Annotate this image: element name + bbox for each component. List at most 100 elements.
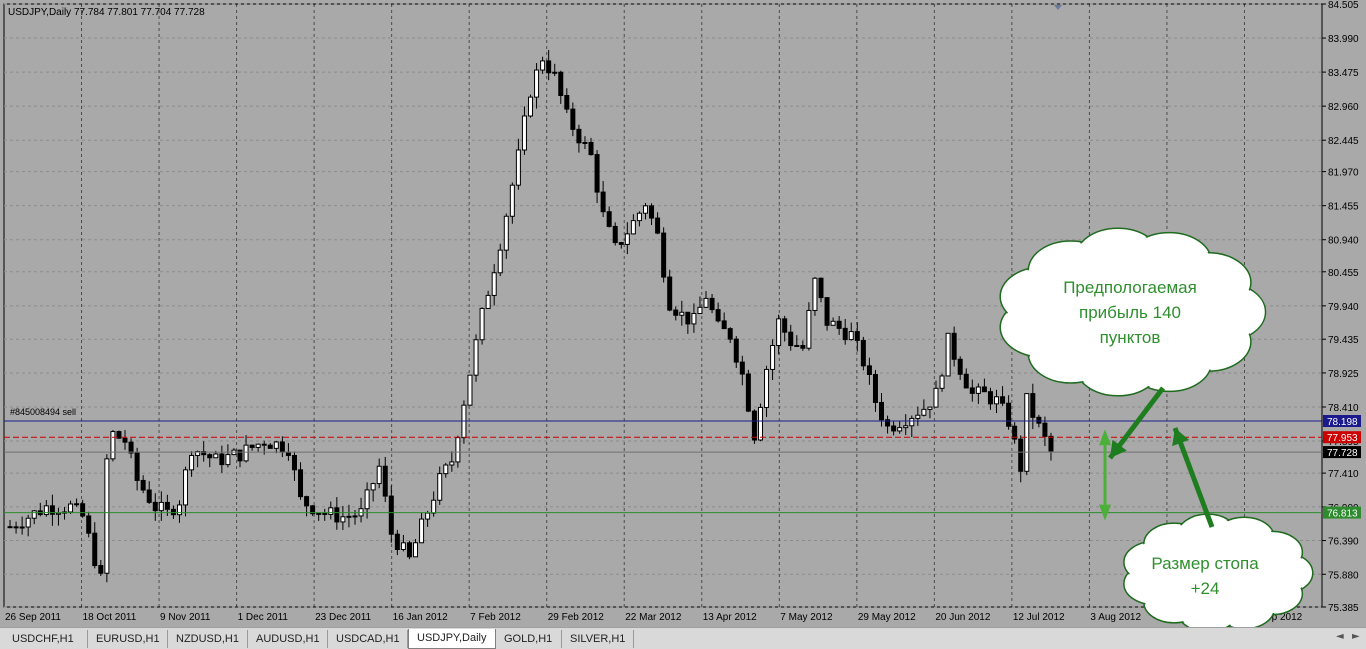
- candle-body: [921, 408, 927, 416]
- candle-body: [836, 320, 842, 329]
- candle-body: [534, 69, 540, 98]
- candle-body: [134, 452, 140, 481]
- candle: [745, 369, 751, 413]
- candle-body: [74, 503, 80, 506]
- candle-body: [860, 339, 866, 367]
- candle-body: [975, 386, 981, 394]
- y-tick-label: 75.385: [1328, 603, 1359, 614]
- candle-body: [800, 344, 806, 349]
- price-label-2: 77.728: [1327, 448, 1358, 459]
- stop-annotation-line-2: +24: [1190, 579, 1220, 598]
- candle-body: [419, 518, 425, 544]
- candle-body: [164, 501, 170, 510]
- tab-usdcad-h1[interactable]: USDCAD,H1: [328, 630, 408, 648]
- candle-body: [68, 503, 74, 513]
- candle-body: [437, 473, 443, 501]
- candle-body: [340, 516, 346, 523]
- x-tick-label: 12 Jul 2012: [1013, 612, 1065, 623]
- y-tick-label: 75.880: [1328, 570, 1359, 581]
- tab-audusd-h1[interactable]: AUDUSD,H1: [248, 630, 328, 648]
- candle-body: [764, 368, 770, 408]
- tab-gold-h1[interactable]: GOLD,H1: [496, 630, 562, 648]
- candle-body: [406, 542, 412, 558]
- candle-body: [963, 373, 969, 389]
- candle-body: [207, 454, 213, 459]
- candle-body: [376, 465, 382, 485]
- candle-body: [824, 297, 830, 326]
- candle-body: [945, 332, 951, 377]
- candle-body: [872, 373, 878, 403]
- candle-body: [721, 320, 727, 330]
- candle-body: [1036, 416, 1042, 424]
- tab-scroll-left-icon[interactable]: ◄: [1336, 631, 1344, 642]
- candle-body: [455, 437, 461, 463]
- candle: [479, 307, 485, 345]
- candle-body: [25, 517, 31, 528]
- candle-body: [92, 532, 98, 567]
- y-tick-label: 79.435: [1328, 335, 1359, 346]
- x-tick-label: 23 Dec 2011: [315, 612, 371, 623]
- candle-body: [431, 499, 437, 514]
- x-tick-label: 1 Dec 2011: [238, 612, 289, 623]
- candle-body: [1024, 393, 1030, 472]
- candle-body: [497, 249, 503, 274]
- x-tick-label: 26 Sep 2011: [5, 612, 61, 623]
- candle-body: [891, 425, 897, 432]
- y-tick-label: 80.940: [1328, 236, 1359, 247]
- candle-body: [794, 344, 800, 347]
- candle-body: [110, 431, 116, 460]
- candle-body: [739, 361, 745, 375]
- candle-body: [709, 297, 715, 311]
- candle-body: [7, 526, 13, 529]
- candle-body: [715, 309, 721, 322]
- x-tick-label: 20 Jun 2012: [935, 612, 990, 623]
- candle-body: [388, 495, 394, 535]
- candle-body: [969, 387, 975, 394]
- candle-body: [158, 501, 164, 512]
- candle-body: [655, 217, 661, 234]
- candle-body: [467, 374, 473, 406]
- candle-body: [183, 469, 189, 506]
- tab-usdjpy-daily[interactable]: USDJPY,Daily: [408, 629, 496, 649]
- candle-body: [328, 507, 334, 515]
- candle-body: [86, 515, 92, 534]
- x-tick-label: 3 Aug 2012: [1090, 612, 1141, 623]
- candle-body: [588, 141, 594, 156]
- candle-body: [812, 277, 818, 311]
- candle-body: [818, 277, 824, 299]
- profit-annotation-line-1: Предпологаемая: [1063, 278, 1197, 297]
- candle-body: [322, 512, 328, 515]
- candle-body: [140, 479, 146, 491]
- tab-eurusd-h1[interactable]: EURUSD,H1: [88, 630, 168, 648]
- candle-body: [394, 533, 400, 551]
- tab-scroll-right-icon[interactable]: ►: [1352, 631, 1360, 642]
- chart-window[interactable]: 84.505 83.990 83.475 82.960 82.445 81.970 81.4…: [0, 0, 1366, 627]
- profit-annotation-text: Предпологаемая прибыль 140 пунктов: [1035, 275, 1225, 350]
- tab-usdchf-h1[interactable]: USDCHF,H1: [4, 630, 88, 648]
- candle-body: [243, 444, 249, 462]
- candle-body: [515, 149, 521, 186]
- candle-body: [879, 401, 885, 421]
- chart-title: USDJPY,Daily 77.784 77.801 77.704 77.728: [8, 7, 205, 18]
- candle: [757, 403, 763, 442]
- candle-body: [19, 526, 25, 529]
- x-tick-label: 29 Feb 2012: [548, 612, 605, 623]
- tab-nzdusd-h1[interactable]: NZDUSD,H1: [168, 630, 248, 648]
- candle-body: [80, 503, 86, 517]
- tab-silver-h1[interactable]: SILVER,H1: [562, 630, 634, 648]
- candle-body: [745, 373, 751, 412]
- candle-body: [842, 327, 848, 341]
- candle-body: [104, 458, 110, 574]
- candle-body: [316, 512, 322, 515]
- candle-body: [679, 311, 685, 316]
- candle-body: [649, 205, 655, 219]
- candle-body: [848, 331, 854, 341]
- price-label-3: 76.813: [1327, 509, 1358, 520]
- profit-annotation-line-2: прибыль 140: [1079, 303, 1181, 322]
- candle-body: [189, 454, 195, 471]
- candle-body: [909, 417, 915, 427]
- candle: [860, 336, 866, 371]
- candle-body: [491, 272, 497, 296]
- candle-body: [364, 489, 370, 510]
- candle-body: [770, 345, 776, 370]
